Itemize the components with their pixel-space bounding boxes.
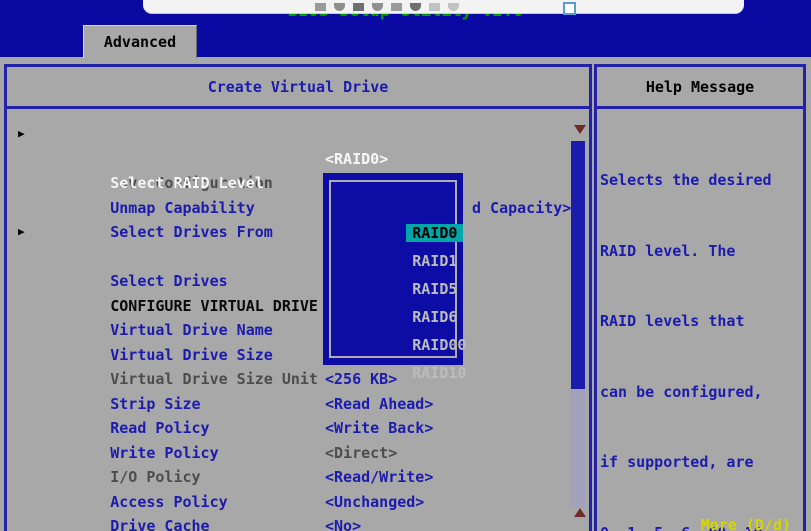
menu-item-virtual-drive-size[interactable]: Virtual Drive Size <box>7 318 589 343</box>
drive-cache-value[interactable]: <Unchanged> <box>325 490 424 515</box>
menu-rows: ▶ Save Configuration Select RAID Level <… <box>7 109 589 531</box>
tab-advanced[interactable]: Advanced <box>83 25 197 58</box>
scrollbar-thumb[interactable] <box>571 141 585 389</box>
access-policy-value[interactable]: <Read/Write> <box>325 465 433 490</box>
menu-item-drive-cache[interactable]: Drive Cache <Unchanged> <box>7 490 589 515</box>
scroll-up-icon[interactable] <box>574 508 586 517</box>
menu-item-save-configuration: ▶ Save Configuration <box>7 122 589 147</box>
bios-setup-screen: BIOS Setup Utility v2.0 Advanced Create … <box>0 0 811 531</box>
menu-item-io-policy: I/O Policy <Direct> <box>7 441 589 466</box>
dropdown-option-raid0[interactable]: RAID0 <box>331 191 455 219</box>
menu-item-disable-background[interactable]: Disable Background <No> <box>7 514 589 531</box>
toolbar-glyph-icon[interactable] <box>353 3 364 11</box>
scroll-down-icon[interactable] <box>574 125 586 134</box>
menu-item-select-drives-from[interactable]: Select Drives From d Capacity> <box>7 196 589 221</box>
menu-item-select-raid-level[interactable]: Select RAID Level <RAID0> <box>7 147 589 172</box>
disable-background-value[interactable]: <No> <box>325 514 361 531</box>
write-policy-value[interactable]: <Write Back> <box>325 416 433 441</box>
menu-item-read-policy[interactable]: Read Policy <Read Ahead> <box>7 392 589 417</box>
toolbar-glyph-icon[interactable] <box>410 3 421 11</box>
panel-title: Create Virtual Drive <box>7 67 589 109</box>
toolbar-glyph-icon[interactable] <box>334 3 345 11</box>
toolbar-glyph-icon[interactable] <box>315 3 326 11</box>
more-indicator: More (D/d) <box>701 516 791 531</box>
help-text: Selects the desired RAID level. The RAID… <box>597 109 803 531</box>
menu-item-unmap-capability[interactable]: Unmap Capability <box>7 171 589 196</box>
menu-item-strip-size[interactable]: Strip Size <256 KB> <box>7 367 589 392</box>
help-panel-title: Help Message <box>597 67 803 109</box>
tab-advanced-label: Advanced <box>104 33 176 51</box>
raid-level-dropdown: RAID0 RAID1 RAID5 RAID6 RAID00 RAID10 <box>323 173 463 365</box>
toolbar-glyph-icon[interactable] <box>372 3 383 11</box>
io-policy-value: <Direct> <box>325 441 397 466</box>
blank-row <box>7 245 589 270</box>
toolbar-glyph-icon[interactable] <box>429 3 440 11</box>
menu-item-write-policy[interactable]: Write Policy <Write Back> <box>7 416 589 441</box>
menu-item-virtual-drive-name[interactable]: Virtual Drive Name <box>7 294 589 319</box>
help-panel: Help Message Selects the desired RAID le… <box>594 64 806 531</box>
menu-item-access-policy[interactable]: Access Policy <Read/Write> <box>7 465 589 490</box>
blue-square-icon[interactable] <box>563 2 576 15</box>
menu-item-select-drives[interactable]: ▶ Select Drives <box>7 220 589 245</box>
scrollbar-track[interactable] <box>571 389 585 508</box>
submenu-arrow-icon: ▶ <box>18 122 25 147</box>
menu-item-virtual-drive-size-unit: Virtual Drive Size Unit <box>7 343 589 368</box>
toolbar-icon-strip <box>315 3 459 11</box>
submenu-arrow-icon: ▶ <box>18 220 25 245</box>
remote-console-toolbar <box>143 0 744 14</box>
raid-level-dropdown-list: RAID0 RAID1 RAID5 RAID6 RAID00 RAID10 <box>329 180 457 358</box>
toolbar-glyph-icon[interactable] <box>391 3 402 11</box>
select-drives-from-value-fragment: d Capacity> <box>472 196 571 221</box>
toolbar-glyph-icon[interactable] <box>448 3 459 11</box>
create-virtual-drive-panel: Create Virtual Drive ▶ Save Configuratio… <box>4 64 592 531</box>
select-raid-level-value[interactable]: <RAID0> <box>325 147 388 172</box>
section-header-configure-virtual-drive: CONFIGURE VIRTUAL DRIVE PAR <box>7 269 589 294</box>
